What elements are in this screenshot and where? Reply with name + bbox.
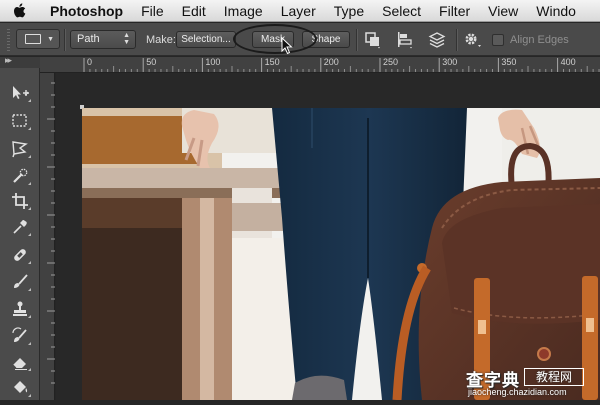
ruler-label: 350 <box>501 57 516 67</box>
menu-select[interactable]: Select <box>382 3 421 19</box>
ruler-label: 200 <box>324 57 339 67</box>
divider <box>356 29 357 51</box>
make-label: Make: <box>146 34 176 46</box>
tools-panel <box>0 68 40 400</box>
ruler-label: 0 <box>87 57 92 67</box>
menu-layer[interactable]: Layer <box>281 3 316 19</box>
eraser-tool-icon[interactable] <box>7 351 33 373</box>
dropdown-arrow-icon: ▼ <box>47 36 54 43</box>
align-edges-label: Align Edges <box>510 34 569 46</box>
tool-mode-value: Path <box>77 33 100 45</box>
document-canvas-photo[interactable] <box>82 108 600 400</box>
ruler-label: 150 <box>265 57 280 67</box>
vertical-ruler[interactable] <box>40 73 55 400</box>
marquee-tool-icon[interactable] <box>7 110 33 132</box>
watermark-box-text: 教程网 <box>524 368 584 386</box>
quick-selection-tool-icon[interactable] <box>7 165 33 187</box>
brush-tool-icon[interactable] <box>7 271 33 293</box>
menu-window[interactable]: Windo <box>536 3 576 19</box>
menu-filter[interactable]: Filter <box>439 3 470 19</box>
eyedropper-tool-icon[interactable] <box>7 216 33 238</box>
move-tool-icon[interactable] <box>7 82 33 104</box>
ruler-label: 300 <box>442 57 457 67</box>
menu-type[interactable]: Type <box>334 3 364 19</box>
menu-app-name[interactable]: Photoshop <box>50 3 123 19</box>
collapse-panels-strip[interactable]: ▸▸ <box>0 55 40 68</box>
ruler-label: 50 <box>146 57 156 67</box>
highlight-ring <box>233 24 317 54</box>
lasso-tool-icon[interactable] <box>7 138 33 160</box>
apple-icon[interactable] <box>10 2 30 19</box>
horizontal-ruler[interactable]: 0501001502002503003504004505005506006507… <box>40 57 600 73</box>
watermark-url: jiaocheng.chazidian.com <box>468 387 567 397</box>
ruler-label: 250 <box>383 57 398 67</box>
make-selection-button[interactable]: Selection... <box>176 31 236 48</box>
mouse-cursor-icon <box>281 37 293 55</box>
path-arrangement-icon[interactable] <box>426 29 448 51</box>
divider <box>64 29 65 51</box>
updown-arrows-icon: ▲ ▼ <box>123 32 130 46</box>
ruler-label: 400 <box>561 57 576 67</box>
divider <box>456 29 457 51</box>
ruler-label: 100 <box>205 57 220 67</box>
menu-edit[interactable]: Edit <box>182 3 206 19</box>
options-bar-grip[interactable] <box>7 29 10 51</box>
path-operations-icon[interactable] <box>362 29 384 51</box>
paint-bucket-tool-icon[interactable] <box>7 377 33 399</box>
tool-mode-select[interactable]: Path ▲ ▼ <box>70 30 136 49</box>
mac-menu-bar: Photoshop File Edit Image Layer Type Sel… <box>0 0 600 22</box>
menu-view[interactable]: View <box>488 3 518 19</box>
spot-healing-tool-icon[interactable] <box>7 244 33 266</box>
path-alignment-icon[interactable] <box>394 29 416 51</box>
rectangle-shape-icon <box>25 34 41 44</box>
align-edges-checkbox[interactable] <box>492 34 504 46</box>
clone-stamp-tool-icon[interactable] <box>7 298 33 320</box>
double-chevron-icon: ▸▸ <box>5 55 12 65</box>
gear-icon[interactable] <box>462 29 484 51</box>
history-brush-tool-icon[interactable] <box>7 325 33 347</box>
tool-preset-picker[interactable]: ▼ <box>16 29 60 49</box>
menu-file[interactable]: File <box>141 3 164 19</box>
watermark: 查字典 教程网 jiaocheng.chazidian.com <box>460 366 600 400</box>
crop-tool-icon[interactable] <box>7 190 33 212</box>
menu-image[interactable]: Image <box>224 3 263 19</box>
